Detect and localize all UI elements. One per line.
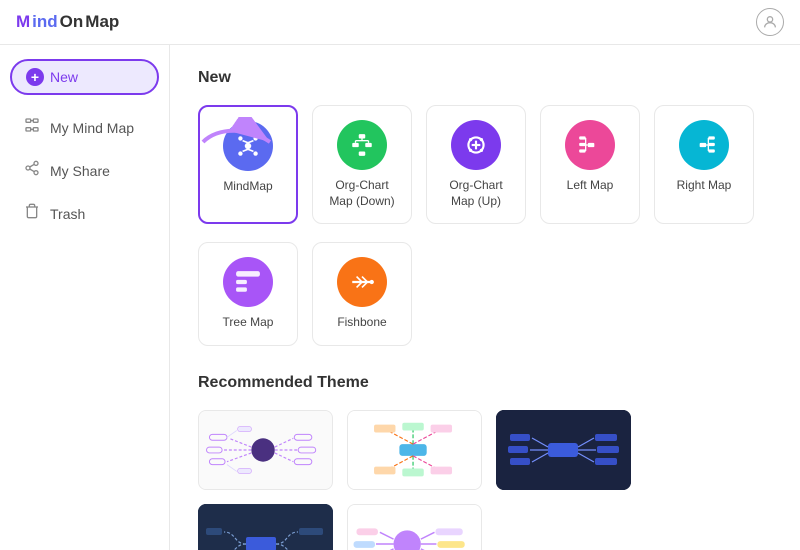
template-grid-row2: Tree Map Fishbone	[198, 242, 772, 346]
sidebar-item-my-share-label: My Share	[50, 163, 110, 179]
user-avatar[interactable]	[756, 8, 784, 36]
plus-icon: +	[26, 68, 44, 86]
theme-card-3[interactable]	[496, 410, 631, 490]
content-area: New MindMap	[170, 45, 800, 550]
left-map-icon	[565, 120, 615, 170]
theme-card-1[interactable]	[198, 410, 333, 490]
mindmap-label: MindMap	[223, 179, 272, 195]
sidebar-item-trash[interactable]: Trash	[8, 193, 161, 234]
new-button[interactable]: + New	[10, 59, 159, 95]
sidebar-item-my-share[interactable]: My Share	[8, 150, 161, 191]
share-icon	[24, 160, 40, 181]
template-left-map[interactable]: Left Map	[540, 105, 640, 224]
right-map-label: Right Map	[677, 178, 732, 194]
right-map-icon	[679, 120, 729, 170]
template-right-map[interactable]: Right Map	[654, 105, 754, 224]
theme-card-5[interactable]	[347, 504, 482, 550]
template-mindmap[interactable]: MindMap	[198, 105, 298, 224]
template-org-chart-down[interactable]: Org-Chart Map (Down)	[312, 105, 412, 224]
theme-card-4[interactable]	[198, 504, 333, 550]
template-fishbone[interactable]: Fishbone	[312, 242, 412, 346]
new-label: New	[50, 69, 78, 85]
theme-section-title: Recommended Theme	[198, 374, 772, 392]
left-map-label: Left Map	[567, 178, 614, 194]
header: MindOnMap	[0, 0, 800, 45]
main-layout: + New My Mind Map My Share Trash	[0, 45, 800, 550]
org-down-label: Org-Chart Map (Down)	[323, 178, 401, 209]
org-up-label: Org-Chart Map (Up)	[437, 178, 515, 209]
fishbone-icon	[337, 257, 387, 307]
org-down-icon	[337, 120, 387, 170]
logo: MindOnMap	[16, 12, 119, 32]
org-up-icon	[451, 120, 501, 170]
sidebar-item-my-mind-map-label: My Mind Map	[50, 120, 134, 136]
mindmap-icon	[223, 121, 273, 171]
tree-map-icon	[223, 257, 273, 307]
mind-map-icon	[24, 117, 40, 138]
template-org-chart-up[interactable]: Org-Chart Map (Up)	[426, 105, 526, 224]
theme-grid	[198, 410, 772, 550]
template-tree-map[interactable]: Tree Map	[198, 242, 298, 346]
new-section-title: New	[198, 69, 772, 87]
sidebar-item-trash-label: Trash	[50, 206, 85, 222]
tree-map-label: Tree Map	[223, 315, 274, 331]
sidebar-item-my-mind-map[interactable]: My Mind Map	[8, 107, 161, 148]
trash-icon	[24, 203, 40, 224]
theme-card-2[interactable]	[347, 410, 482, 490]
fishbone-label: Fishbone	[337, 315, 386, 331]
sidebar: + New My Mind Map My Share Trash	[0, 45, 170, 550]
template-grid: MindMap Org-C	[198, 105, 772, 224]
